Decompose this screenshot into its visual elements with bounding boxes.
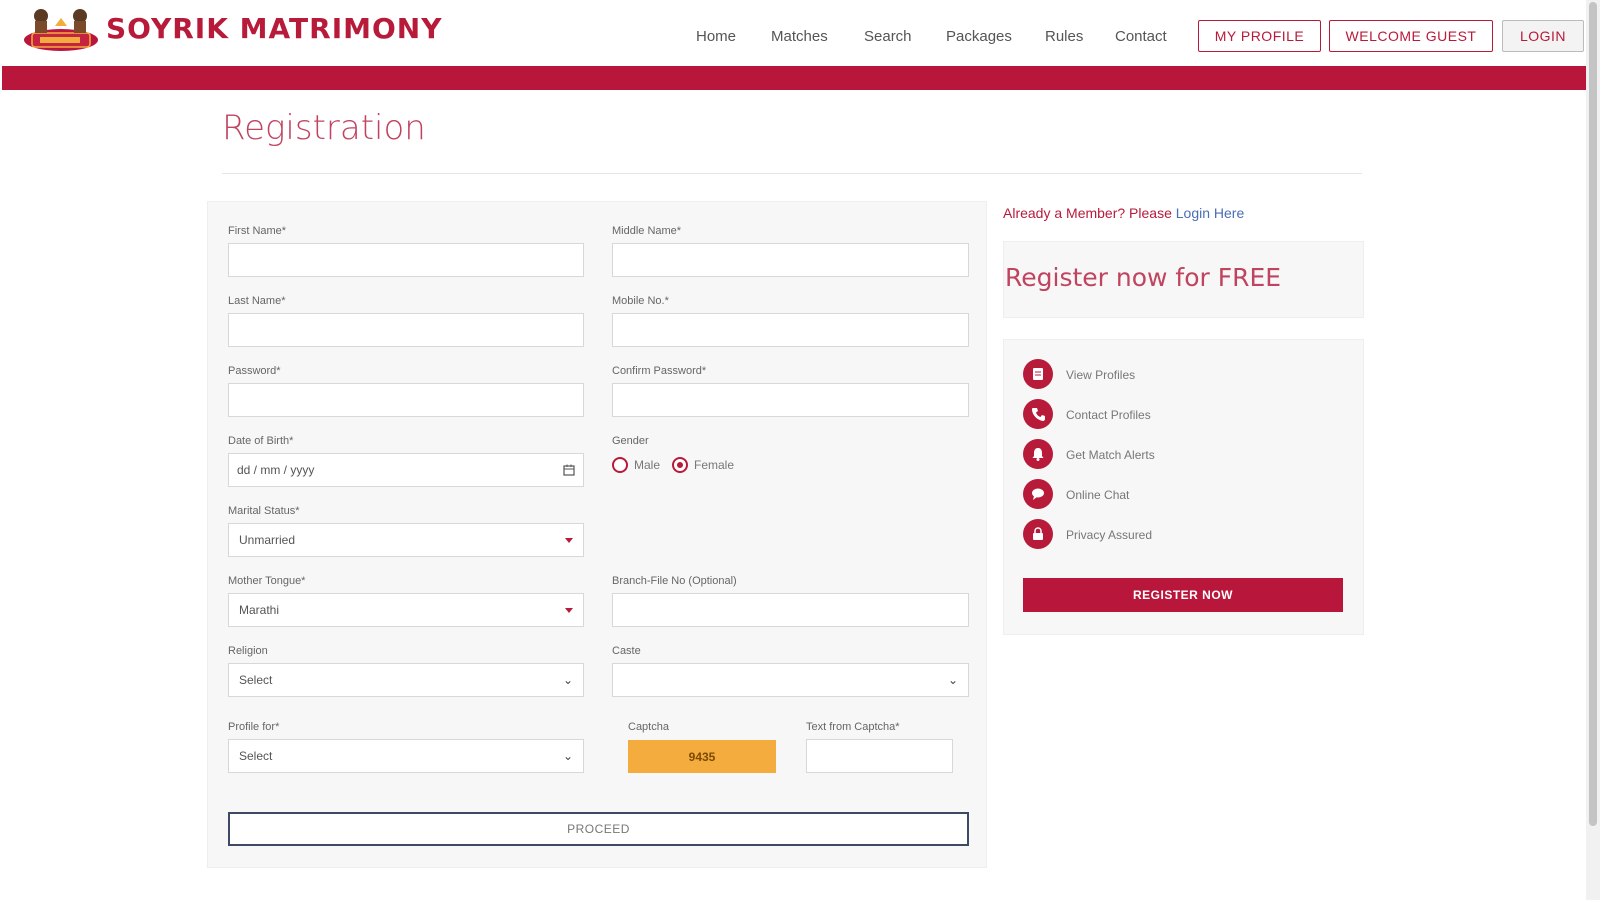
- member-login-prompt: Already a Member? Please Login Here: [1003, 205, 1244, 221]
- nav-home[interactable]: Home: [696, 28, 736, 45]
- profile-for-value: Select: [239, 749, 273, 763]
- nav-search[interactable]: Search: [864, 28, 912, 45]
- first-name-field[interactable]: [228, 243, 584, 277]
- dropdown-caret-icon: [565, 537, 573, 543]
- lock-icon: [1023, 519, 1053, 549]
- captcha-text-field[interactable]: [806, 739, 953, 773]
- marital-status-label: Marital Status*: [228, 505, 300, 517]
- captcha-text-label: Text from Captcha*: [806, 721, 900, 733]
- feature-match-alerts: Get Match Alerts: [1066, 448, 1155, 462]
- member-text: Already a Member? Please: [1003, 205, 1172, 221]
- caste-label: Caste: [612, 645, 641, 657]
- nav-matches[interactable]: Matches: [771, 28, 828, 45]
- dob-field[interactable]: dd / mm / yyyy: [228, 453, 584, 487]
- middle-name-label: Middle Name*: [612, 225, 682, 237]
- nav-rules[interactable]: Rules: [1045, 28, 1083, 45]
- brand-logo[interactable]: [22, 4, 100, 54]
- dob-placeholder: dd / mm / yyyy: [237, 463, 315, 477]
- mother-tongue-select[interactable]: Marathi: [228, 593, 584, 627]
- dropdown-caret-icon: [565, 607, 573, 613]
- middle-name-field[interactable]: [612, 243, 969, 277]
- marital-status-value: Unmarried: [239, 533, 296, 547]
- page: SOYRIK MATRIMONY Home Matches Search Pac…: [0, 0, 1600, 900]
- register-now-button[interactable]: REGISTER NOW: [1023, 578, 1343, 612]
- religion-label: Religion: [228, 645, 268, 657]
- gender-male-radio[interactable]: [612, 457, 628, 473]
- chevron-down-icon: ⌄: [947, 673, 958, 687]
- mobile-label: Mobile No.*: [612, 295, 669, 307]
- title-divider: [222, 173, 1362, 174]
- calendar-icon[interactable]: [563, 464, 575, 476]
- last-name-label: Last Name*: [228, 295, 286, 307]
- login-button[interactable]: LOGIN: [1502, 20, 1584, 52]
- page-title: Registration: [222, 108, 426, 148]
- feature-view-profiles: View Profiles: [1066, 368, 1136, 382]
- caste-select[interactable]: ⌄: [612, 663, 969, 697]
- last-name-field[interactable]: [228, 313, 584, 347]
- my-profile-button[interactable]: MY PROFILE: [1198, 20, 1321, 52]
- mother-tongue-label: Mother Tongue*: [228, 575, 306, 587]
- scrollbar-thumb[interactable]: [1589, 2, 1597, 826]
- feature-online-chat: Online Chat: [1066, 488, 1130, 502]
- chevron-down-icon: ⌄: [562, 673, 573, 687]
- marital-status-select[interactable]: Unmarried: [228, 523, 584, 557]
- branch-file-label: Branch-File No (Optional): [612, 575, 737, 587]
- gender-female-radio[interactable]: [672, 457, 688, 473]
- password-label: Password*: [228, 365, 281, 377]
- captcha-label: Captcha: [628, 721, 669, 733]
- gender-male-label: Male: [634, 458, 661, 472]
- mobile-field[interactable]: [612, 313, 969, 347]
- mother-tongue-value: Marathi: [239, 603, 280, 617]
- nav-packages[interactable]: Packages: [946, 28, 1012, 45]
- password-field[interactable]: [228, 383, 584, 417]
- gender-female-label: Female: [694, 458, 735, 472]
- profile-for-select[interactable]: Select ⌄: [228, 739, 584, 773]
- confirm-password-label: Confirm Password*: [612, 365, 707, 377]
- first-name-label: First Name*: [228, 225, 287, 237]
- nav-contact[interactable]: Contact: [1115, 28, 1167, 45]
- header-red-bar: [2, 66, 1586, 90]
- profile-for-label: Profile for*: [228, 721, 280, 733]
- brand-name[interactable]: SOYRIK MATRIMONY: [106, 12, 442, 45]
- religion-select[interactable]: Select ⌄: [228, 663, 584, 697]
- captcha-image: 9435: [628, 740, 776, 773]
- profile-icon: [1023, 359, 1053, 389]
- login-here-link[interactable]: Login Here: [1176, 205, 1245, 221]
- phone-icon: [1023, 399, 1053, 429]
- chat-icon: [1023, 479, 1053, 509]
- proceed-button[interactable]: PROCEED: [228, 812, 969, 846]
- chevron-down-icon: ⌄: [562, 749, 573, 763]
- free-register-title: Register now for FREE: [1005, 263, 1282, 292]
- site-header: SOYRIK MATRIMONY Home Matches Search Pac…: [0, 0, 1586, 66]
- branch-file-field[interactable]: [612, 593, 969, 627]
- welcome-guest-button[interactable]: WELCOME GUEST: [1329, 20, 1493, 52]
- bell-icon: [1023, 439, 1053, 469]
- feature-privacy-assured: Privacy Assured: [1066, 528, 1153, 542]
- dob-label: Date of Birth*: [228, 435, 294, 447]
- confirm-password-field[interactable]: [612, 383, 969, 417]
- religion-value: Select: [239, 673, 273, 687]
- feature-contact-profiles: Contact Profiles: [1066, 408, 1151, 422]
- gender-label: Gender: [612, 435, 649, 447]
